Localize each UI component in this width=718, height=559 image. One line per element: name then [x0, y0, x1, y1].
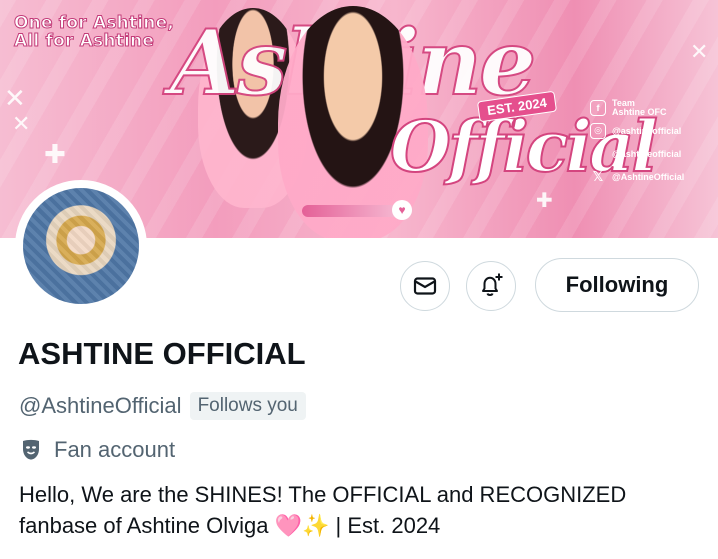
follows-you-badge: Follows you	[189, 392, 306, 420]
instagram-icon: ◎	[590, 122, 606, 139]
profile-category: Fan account	[20, 436, 175, 464]
profile-avatar[interactable]	[15, 180, 147, 312]
decorative-plus-icon: ✚	[536, 188, 553, 212]
following-button[interactable]: Following	[535, 258, 699, 312]
profile-display-name: ASHTINE OFFICIAL	[18, 336, 306, 371]
banner-tagline-line2: All for Ashtine	[13, 31, 155, 51]
banner-social-label: @AshtineOfficial	[612, 171, 685, 182]
tiktok-icon: ♪	[594, 146, 602, 161]
profile-category-label: Fan account	[54, 437, 176, 462]
banner-social-label: @ashtineofficial	[612, 125, 682, 136]
decorative-plus-icon: ✕	[4, 84, 26, 114]
banner-socials-list: f Team Ashtine OFC ◎ @ashtineofficial ♪ …	[590, 96, 714, 188]
banner-social-tiktok: ♪ @ashtineofficial	[590, 142, 714, 165]
banner-social-label: @ashtineofficial	[612, 148, 682, 159]
theater-mask-icon	[20, 438, 42, 462]
decorative-plus-icon: ✕	[690, 40, 709, 65]
message-button[interactable]	[400, 261, 450, 311]
profile-handle: @AshtineOfficial	[19, 393, 182, 418]
banner-tagline-line1: One for Ashtine,	[13, 13, 175, 33]
decorative-plus-icon: ✕	[12, 112, 31, 137]
banner-slider-decoration: ♥	[302, 200, 412, 220]
avatar-image	[23, 188, 139, 304]
banner-social-x: 𝕏 @AshtineOfficial	[590, 165, 714, 188]
notifications-button[interactable]	[466, 261, 516, 311]
banner-tagline: One for Ashtine, All for Ashtine	[13, 13, 175, 51]
banner-social-instagram: ◎ @ashtineofficial	[590, 119, 714, 142]
x-icon: 𝕏	[592, 168, 604, 184]
handle-row: @AshtineOfficial Follows you	[19, 391, 306, 421]
facebook-icon: f	[590, 99, 606, 116]
banner-social-label-line2: Ashtine OFC	[612, 106, 667, 117]
heart-icon: ♥	[392, 200, 412, 220]
bell-plus-icon	[482, 273, 503, 296]
envelope-icon	[413, 277, 437, 295]
profile-bio: Hello, We are the SHINES! The OFFICIAL a…	[19, 482, 627, 538]
banner-social-label: Team Ashtine OFC	[612, 98, 667, 117]
decorative-plus-icon: ✚	[44, 140, 66, 170]
banner-social-facebook: f Team Ashtine OFC	[590, 96, 714, 119]
